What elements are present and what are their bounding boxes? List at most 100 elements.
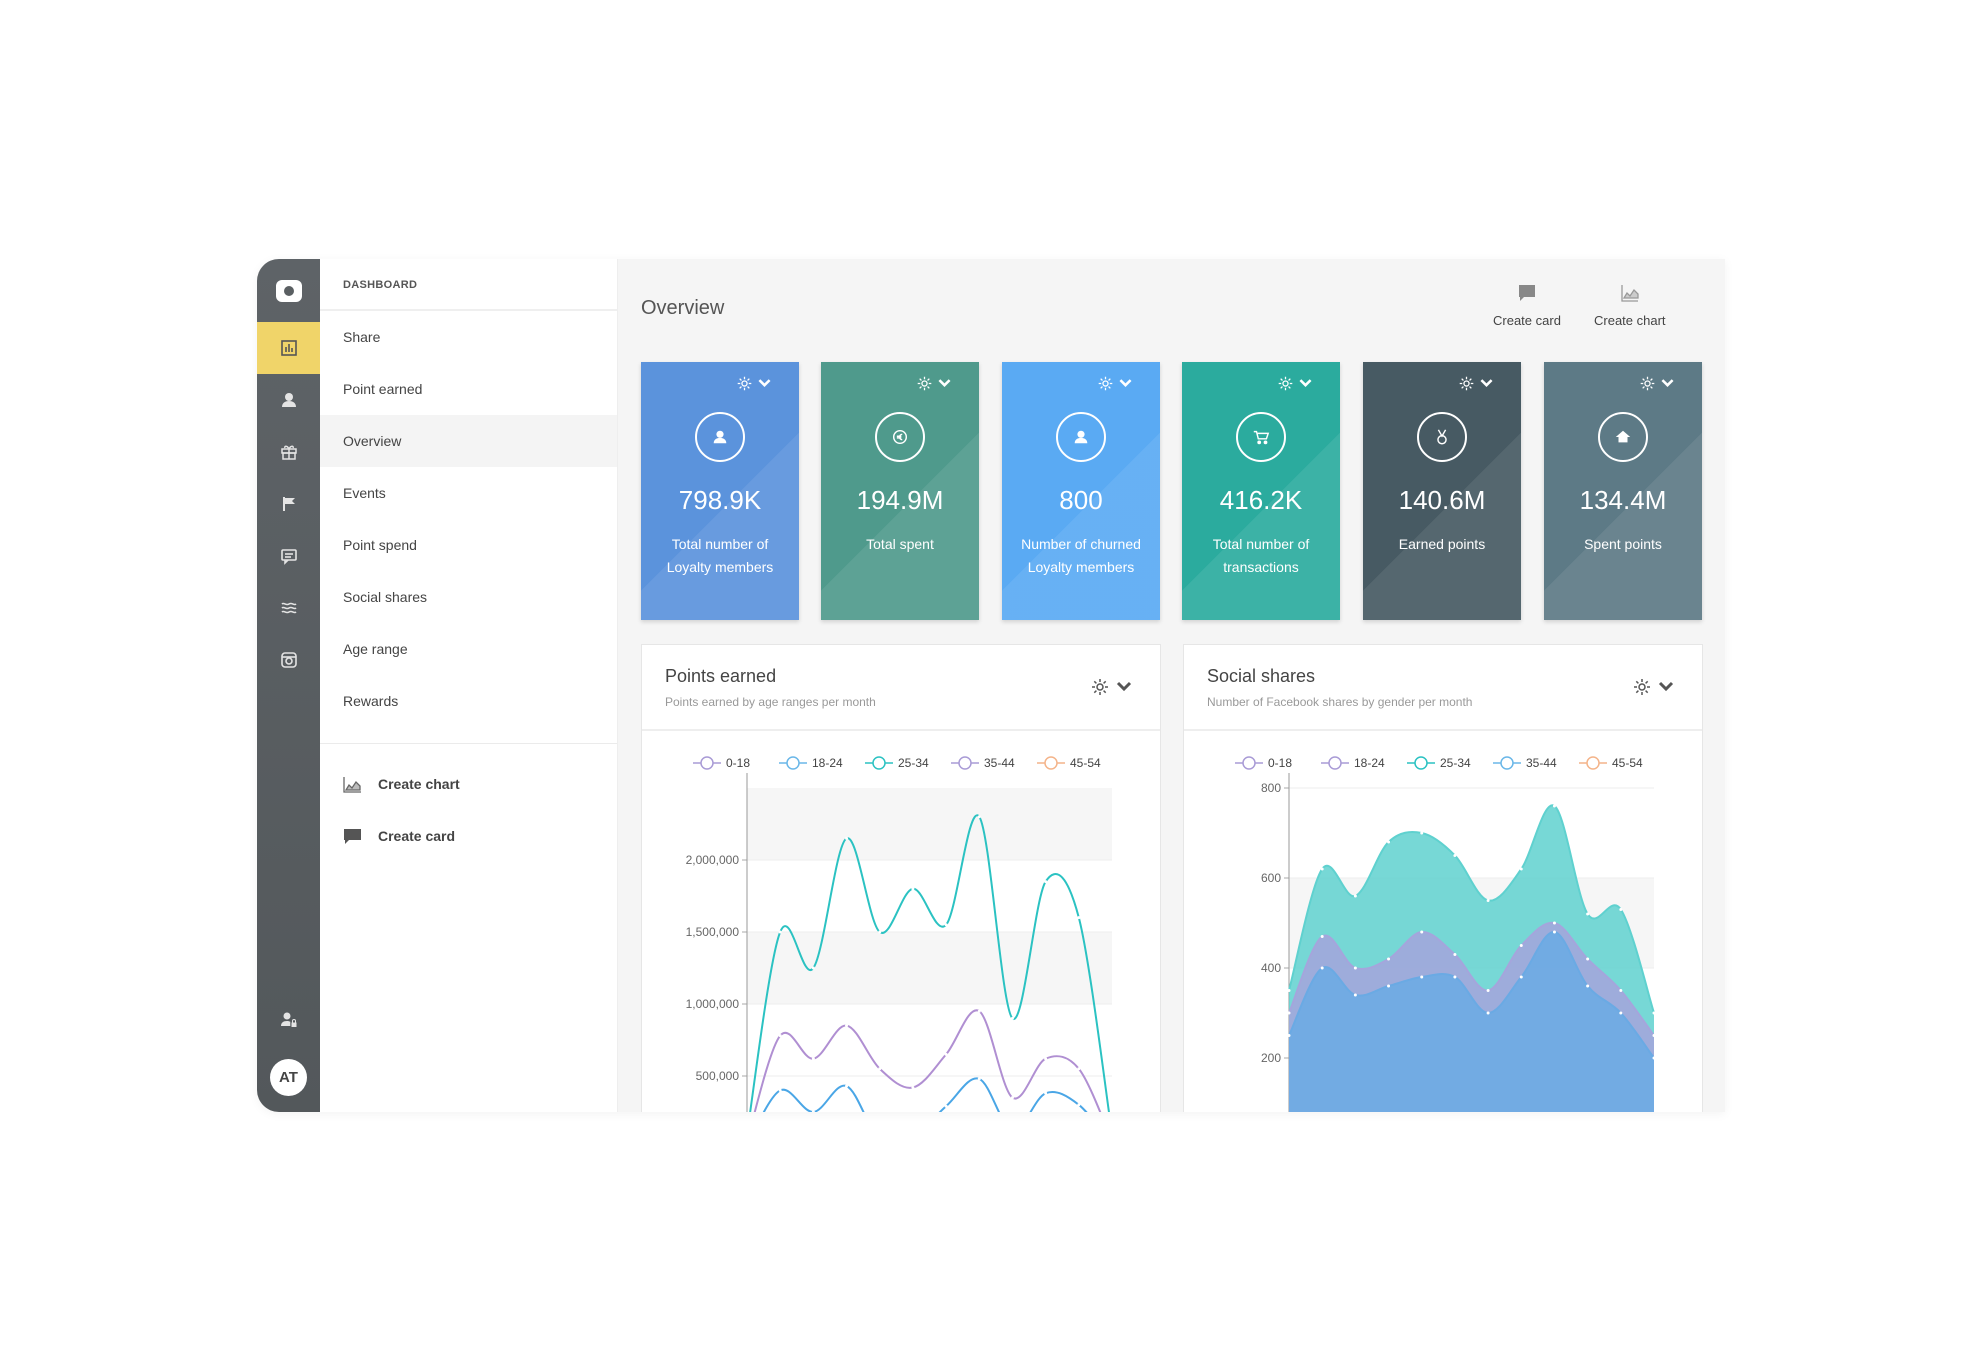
data-point (778, 1088, 782, 1092)
card-settings-button[interactable] (1097, 375, 1134, 392)
card-label: Number of churned Loyalty members (1021, 536, 1141, 575)
icon-rail: AT (257, 259, 320, 1112)
chevron-down-icon (758, 379, 771, 388)
gear-icon (917, 376, 932, 391)
data-point (1077, 1067, 1081, 1071)
sidebar-item-events[interactable]: Events (320, 467, 617, 519)
data-point (911, 887, 915, 891)
data-point (1486, 899, 1490, 902)
nav-divider (320, 743, 617, 744)
card-value: 194.9M (856, 485, 944, 515)
euro-icon (892, 429, 908, 445)
data-point (845, 836, 849, 840)
card-label: Spent points (1584, 536, 1662, 552)
home-icon (1615, 430, 1631, 443)
rail-gift-button[interactable] (257, 426, 320, 478)
sidebar-item-point-spend[interactable]: Point spend (320, 519, 617, 571)
kpi-card-earned-points[interactable]: 140.6M Earned points (1363, 362, 1521, 620)
data-point (878, 1067, 882, 1071)
sidebar-item-point-earned[interactable]: Point earned (320, 363, 617, 415)
legend-marker (872, 756, 886, 770)
create-card-label: Create card (378, 828, 456, 844)
panel-settings-button[interactable] (1632, 677, 1676, 697)
series-line (762, 1077, 1088, 1112)
kpi-card-loyalty-members[interactable]: 798.9K Total number of Loyalty members (641, 362, 799, 620)
data-point (1044, 880, 1048, 884)
legend-label: 45-54 (1070, 756, 1101, 770)
sidebar-item-share[interactable]: Share (320, 311, 617, 363)
data-point (1077, 916, 1081, 920)
card-icon (344, 828, 361, 844)
data-point (778, 930, 782, 934)
card-icon-circle (695, 412, 745, 462)
main-content: Overview Create card Create chart 798.9K (618, 259, 1725, 1112)
card-settings-button[interactable] (1277, 375, 1314, 392)
data-point (1010, 1016, 1014, 1020)
card-settings-button[interactable] (1458, 375, 1495, 392)
panel-settings-button[interactable] (1090, 677, 1134, 697)
chart-icon (343, 776, 361, 793)
data-point (1010, 1096, 1014, 1100)
data-point (1519, 944, 1523, 947)
card-settings-button[interactable] (1639, 375, 1676, 392)
user-icon (1074, 430, 1088, 444)
rail-users-button[interactable] (257, 374, 320, 426)
rail-account-button[interactable] (257, 994, 320, 1046)
sidebar-create-chart-button[interactable]: Create chart (320, 758, 617, 810)
kpi-card-churned-members[interactable]: 800 Number of churned Loyalty members (1002, 362, 1160, 620)
data-point (1387, 984, 1391, 988)
data-point (811, 1110, 815, 1112)
create-chart-button[interactable]: Create chart (1594, 283, 1666, 328)
series-line (753, 1009, 1102, 1112)
sidebar-item-overview[interactable]: Overview (320, 415, 617, 467)
data-point (1586, 957, 1590, 961)
data-point (1287, 989, 1291, 992)
card-settings-button[interactable] (736, 375, 773, 392)
data-point (1552, 804, 1556, 808)
card-settings-button[interactable] (916, 375, 953, 392)
data-point (1353, 966, 1357, 970)
chevron-down-icon (1480, 379, 1493, 388)
legend-marker (1328, 756, 1342, 770)
card-icon-circle (1417, 412, 1467, 462)
legend-marker (1242, 756, 1256, 770)
rail-social-button[interactable] (257, 582, 320, 634)
app-logo[interactable] (257, 259, 320, 322)
flag-icon (282, 497, 295, 511)
data-point (1519, 867, 1523, 871)
data-point (1619, 908, 1623, 911)
y-tick-label: 2,000,000 (686, 853, 740, 867)
data-point (1320, 935, 1324, 938)
user-icon (281, 393, 296, 407)
avatar[interactable]: AT (270, 1059, 307, 1096)
panel-title: Social shares (1207, 666, 1316, 686)
rail-dashboard-button[interactable] (257, 322, 320, 374)
sidebar-create-card-button[interactable]: Create card (320, 810, 617, 862)
kpi-card-transactions[interactable]: 416.2K Total number of transactions (1182, 362, 1340, 620)
card-icon-circle (1056, 412, 1106, 462)
rail-messages-button[interactable] (257, 530, 320, 582)
data-point (1353, 993, 1357, 997)
data-point (1619, 1011, 1623, 1015)
data-point (1353, 894, 1357, 898)
user-lock-icon (280, 1012, 296, 1027)
dashboard-icon (280, 340, 297, 356)
data-point (1453, 854, 1457, 857)
instagram-icon (280, 652, 297, 668)
legend-label: 25-34 (898, 756, 929, 770)
card-label: Total number of transactions (1212, 536, 1310, 575)
kpi-card-spent-points[interactable]: 134.4M Spent points (1544, 362, 1702, 620)
rail-instagram-button[interactable] (257, 634, 320, 686)
kpi-card-total-spent[interactable]: 194.9M Total spent (821, 362, 979, 620)
data-point (944, 1052, 948, 1056)
chevron-down-icon (1116, 681, 1132, 692)
card-icon-circle (1236, 412, 1286, 462)
sidebar-item-social-shares[interactable]: Social shares (320, 571, 617, 623)
chevron-down-icon (1658, 681, 1674, 692)
rail-flag-button[interactable] (257, 478, 320, 530)
create-card-button[interactable]: Create card (1493, 283, 1561, 328)
sidebar-item-rewards[interactable]: Rewards (320, 675, 617, 727)
gear-icon (1640, 376, 1655, 391)
card-label: Total number of Loyalty members (666, 536, 774, 575)
sidebar-item-age-range[interactable]: Age range (320, 623, 617, 675)
